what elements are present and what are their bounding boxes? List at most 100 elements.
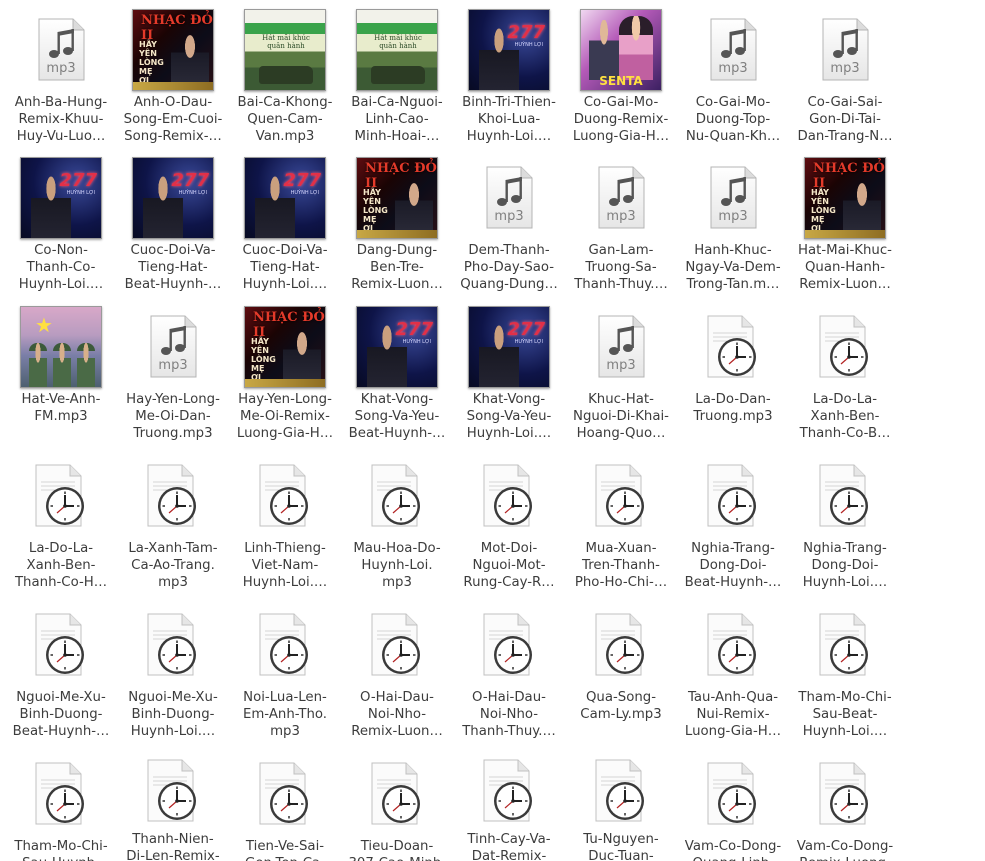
clock-doc-icon[interactable] — [817, 315, 873, 379]
clock-doc-icon[interactable] — [369, 762, 425, 826]
clock-doc-icon[interactable] — [145, 759, 201, 823]
file-item[interactable]: La-Do-La- Xanh-Ben- Thanh-Co-B… — [789, 303, 901, 452]
file-icon-container[interactable] — [341, 750, 453, 838]
clock-doc-icon[interactable] — [705, 613, 761, 677]
file-item[interactable]: Linh-Thieng- Viet-Nam- Huynh-Loi.… — [229, 452, 341, 601]
file-item[interactable]: mp3 Anh-Ba-Hung- Remix-Khuu- Huy-Vu-Luo… — [5, 6, 117, 154]
file-item[interactable]: Tieu-Doan- 307-Cao-Minh. mp3 — [341, 750, 453, 861]
file-item[interactable]: Noi-Lua-Len- Em-Anh-Tho. mp3 — [229, 601, 341, 750]
file-item[interactable]: mp3 Co-Gai-Mo- Duong-Top- Nu-Quan-Kh… — [677, 6, 789, 154]
file-icon-container[interactable]: mp3 — [565, 154, 677, 242]
file-item[interactable]: ★ Hat-Ve-Anh- FM.mp3 — [5, 303, 117, 452]
file-item[interactable]: Nguoi-Me-Xu- Binh-Duong- Beat-Huynh-… — [5, 601, 117, 750]
clock-doc-icon[interactable] — [145, 464, 201, 528]
file-item[interactable]: 277 HUỲNH LỢI Khat-Vong- Song-Va-Yeu- Hu… — [453, 303, 565, 452]
file-item[interactable]: La-Xanh-Tam- Ca-Ao-Trang. mp3 — [117, 452, 229, 601]
file-item[interactable]: mp3 Dem-Thanh- Pho-Day-Sao- Quang-Dung… — [453, 154, 565, 303]
file-item[interactable]: Mot-Doi- Nguoi-Mot- Rung-Cay-R… — [453, 452, 565, 601]
clock-doc-icon[interactable] — [481, 613, 537, 677]
file-item[interactable]: NHẠC ĐỎ II HÃY YÊN LÒNG MẸ ƠI Dang-Dung-… — [341, 154, 453, 303]
file-icon-container[interactable] — [565, 452, 677, 540]
clock-doc-icon[interactable] — [145, 613, 201, 677]
file-item[interactable]: NHẠC ĐỎ II HÃY YÊN LÒNG MẸ ƠI Hay-Yen-Lo… — [229, 303, 341, 452]
file-item[interactable]: Nghia-Trang- Dong-Doi- Huynh-Loi.… — [789, 452, 901, 601]
file-item[interactable]: Thanh-Nien- Di-Len-Remix- Luong-Gia- Huy… — [117, 750, 229, 861]
mp3-doc-icon[interactable]: mp3 — [596, 315, 646, 379]
file-icon-container[interactable]: NHẠC ĐỎ II HÃY YÊN LÒNG MẸ ƠI — [117, 6, 229, 94]
clock-doc-icon[interactable] — [481, 464, 537, 528]
file-icon-container[interactable]: mp3 — [789, 6, 901, 94]
file-icon-container[interactable] — [789, 601, 901, 689]
file-item[interactable]: 277 HUỲNH LỢI Binh-Tri-Thien- Khoi-Lua- … — [453, 6, 565, 154]
file-icon-container[interactable] — [565, 750, 677, 831]
mp3-doc-icon[interactable]: mp3 — [484, 166, 534, 230]
clock-doc-icon[interactable] — [257, 464, 313, 528]
file-icon-container[interactable] — [677, 452, 789, 540]
file-icon-container[interactable]: mp3 — [117, 303, 229, 391]
file-item[interactable]: mp3 Khuc-Hat- Nguoi-Di-Khai- Hoang-Quo… — [565, 303, 677, 452]
file-icon-container[interactable] — [677, 303, 789, 391]
file-item[interactable]: mp3 Hay-Yen-Long- Me-Oi-Dan- Truong.mp3 — [117, 303, 229, 452]
file-item[interactable]: Tham-Mo-Chi- Sau-Beat- Huynh-Loi.… — [789, 601, 901, 750]
file-item[interactable]: Tham-Mo-Chi- Sau-Huynh- Loi.mp3 — [5, 750, 117, 861]
file-icon-container[interactable]: 277 HUỲNH LỢI — [5, 154, 117, 242]
file-item[interactable]: mp3 Co-Gai-Sai- Gon-Di-Tai- Dan-Trang-N… — [789, 6, 901, 154]
clock-doc-icon[interactable] — [33, 762, 89, 826]
clock-doc-icon[interactable] — [369, 464, 425, 528]
file-icon-container[interactable] — [453, 601, 565, 689]
file-item[interactable]: SENTA Co-Gai-Mo- Duong-Remix- Luong-Gia-… — [565, 6, 677, 154]
file-icon-container[interactable] — [453, 452, 565, 540]
file-item[interactable]: Mua-Xuan- Tren-Thanh- Pho-Ho-Chi-… — [565, 452, 677, 601]
clock-doc-icon[interactable] — [705, 315, 761, 379]
file-item[interactable]: La-Do-Dan- Truong.mp3 — [677, 303, 789, 452]
file-item[interactable]: Nguoi-Me-Xu- Binh-Duong- Huynh-Loi.… — [117, 601, 229, 750]
file-item[interactable]: Tau-Anh-Qua- Nui-Remix- Luong-Gia-H… — [677, 601, 789, 750]
file-icon-container[interactable]: Hát mãi khúc quân hành — [341, 6, 453, 94]
file-item[interactable]: Tien-Ve-Sai- Gon-Top-Ca- Nam.mp3 — [229, 750, 341, 861]
file-icon-container[interactable]: 277 HUỲNH LỢI — [453, 6, 565, 94]
file-item[interactable]: 277 HUỲNH LỢI Khat-Vong- Song-Va-Yeu- Be… — [341, 303, 453, 452]
file-icon-container[interactable]: ★ — [5, 303, 117, 391]
file-icon-container[interactable]: 277 HUỲNH LỢI — [453, 303, 565, 391]
file-item[interactable]: O-Hai-Dau- Noi-Nho- Remix-Luon… — [341, 601, 453, 750]
clock-doc-icon[interactable] — [33, 613, 89, 677]
file-item[interactable]: O-Hai-Dau- Noi-Nho- Thanh-Thuy.… — [453, 601, 565, 750]
file-icon-container[interactable]: mp3 — [5, 6, 117, 94]
clock-doc-icon[interactable] — [817, 762, 873, 826]
file-icon-container[interactable]: NHẠC ĐỎ II HÃY YÊN LÒNG MẸ ƠI — [229, 303, 341, 391]
file-icon-container[interactable] — [677, 750, 789, 838]
file-icon-container[interactable]: 277 HUỲNH LỢI — [117, 154, 229, 242]
file-item[interactable]: mp3 Gan-Lam- Truong-Sa- Thanh-Thuy.… — [565, 154, 677, 303]
mp3-doc-icon[interactable]: mp3 — [708, 18, 758, 82]
file-item[interactable]: Tu-Nguyen- Duc-Tuan- Noo-Phuoc- Thinh.mp… — [565, 750, 677, 861]
file-icon-container[interactable] — [789, 452, 901, 540]
file-icon-container[interactable] — [117, 452, 229, 540]
file-item[interactable]: Vam-Co-Dong- Remix-Luong- Gia-Huy.mp3 — [789, 750, 901, 861]
file-item[interactable]: Tinh-Cay-Va- Dat-Remix- Luong-Gia- Huy.m… — [453, 750, 565, 861]
file-icon-container[interactable] — [5, 452, 117, 540]
file-icon-container[interactable] — [565, 601, 677, 689]
clock-doc-icon[interactable] — [257, 613, 313, 677]
clock-doc-icon[interactable] — [593, 464, 649, 528]
file-icon-container[interactable]: NHẠC ĐỎ II HÃY YÊN LÒNG MẸ ƠI — [341, 154, 453, 242]
file-item[interactable]: Hát mãi khúc quân hành Bai-Ca-Khong- Que… — [229, 6, 341, 154]
file-item[interactable]: 277 HUỲNH LỢI Co-Non- Thanh-Co- Huynh-Lo… — [5, 154, 117, 303]
file-icon-container[interactable]: NHẠC ĐỎ II HÃY YÊN LÒNG MẸ ƠI — [789, 154, 901, 242]
file-icon-container[interactable]: SENTA — [565, 6, 677, 94]
clock-doc-icon[interactable] — [257, 762, 313, 826]
clock-doc-icon[interactable] — [593, 613, 649, 677]
file-item[interactable]: NHẠC ĐỎ II HÃY YÊN LÒNG MẸ ƠI Anh-O-Dau-… — [117, 6, 229, 154]
file-icon-container[interactable]: Hát mãi khúc quân hành — [229, 6, 341, 94]
clock-doc-icon[interactable] — [705, 762, 761, 826]
file-icon-container[interactable] — [5, 750, 117, 838]
clock-doc-icon[interactable] — [481, 759, 537, 823]
file-icon-container[interactable]: 277 HUỲNH LỢI — [341, 303, 453, 391]
file-item[interactable]: 277 HUỲNH LỢI Cuoc-Doi-Va- Tieng-Hat- Be… — [117, 154, 229, 303]
file-icon-container[interactable] — [229, 750, 341, 838]
file-icon-container[interactable]: mp3 — [677, 154, 789, 242]
mp3-doc-icon[interactable]: mp3 — [820, 18, 870, 82]
file-item[interactable]: Nghia-Trang- Dong-Doi- Beat-Huynh-… — [677, 452, 789, 601]
file-icon-container[interactable]: mp3 — [677, 6, 789, 94]
file-icon-container[interactable] — [453, 750, 565, 831]
file-icon-container[interactable] — [229, 452, 341, 540]
